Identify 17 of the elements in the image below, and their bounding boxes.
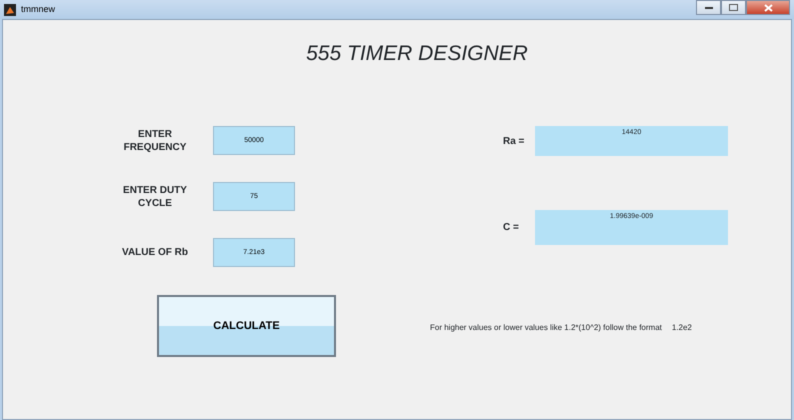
output-label: C =: [503, 221, 520, 235]
maximize-icon: [729, 4, 738, 11]
window-title: tmmnew: [21, 2, 56, 16]
app-icon: [4, 4, 16, 16]
output-label: Ra =: [503, 134, 526, 148]
close-button[interactable]: [746, 0, 790, 15]
field-label: VALUE OF Rb: [121, 246, 189, 259]
maximize-button[interactable]: [721, 0, 746, 15]
calculate-button[interactable]: CALCULATE: [157, 295, 336, 357]
hint-text: For higher values or lower values like 1.2*(10^2) follow the format: [430, 322, 662, 334]
format-example: 1.2e2: [672, 322, 692, 334]
close-icon: [764, 4, 772, 12]
app-heading: 555 TIMER DESIGNER: [305, 42, 529, 66]
field-label: ENTER DUTY CYCLE: [122, 184, 188, 210]
minimize-icon: [704, 6, 712, 9]
minimize-button[interactable]: [696, 0, 721, 15]
field-label: ENTER FREQUENCY: [122, 128, 188, 154]
